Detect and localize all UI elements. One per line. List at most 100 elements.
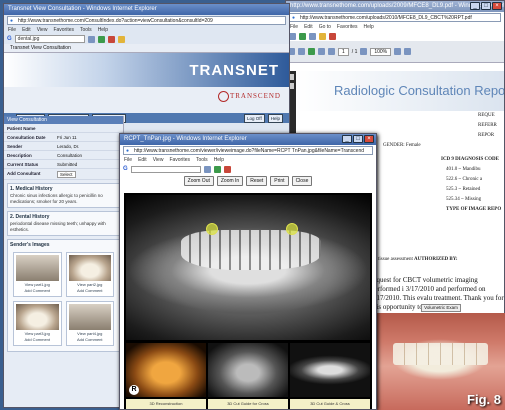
search-icon[interactable]	[203, 165, 211, 173]
menu-view[interactable]: View	[37, 26, 48, 34]
print-icon[interactable]	[329, 32, 336, 40]
menu-tools[interactable]: Tools	[80, 26, 92, 34]
zoom-out-button[interactable]: Zoom Out	[183, 176, 214, 186]
add-comment-link[interactable]: Add Comment	[69, 337, 112, 343]
field-row: Current Status Submitted	[4, 160, 123, 169]
add-comment-link[interactable]: Add Comment	[16, 288, 59, 294]
help-button[interactable]: Help	[267, 113, 283, 123]
field-row: Description Consultation	[4, 151, 123, 160]
rss-icon[interactable]	[319, 32, 326, 40]
add-comment-link[interactable]: Add Comment	[16, 337, 59, 343]
menu-edit[interactable]: Edit	[304, 23, 313, 31]
field-label: Consultation Date	[7, 134, 46, 140]
google-logo: G	[123, 166, 128, 172]
maximize-icon[interactable]: □	[481, 2, 491, 10]
image-thumbnail[interactable]: View part4.jpg Add Comment	[65, 301, 114, 346]
cbct-titlebar[interactable]: RCPT_TnPan.jpg - Windows Internet Explor…	[120, 134, 376, 145]
print-button[interactable]: Print	[270, 176, 289, 186]
share-icon[interactable]	[117, 35, 125, 43]
menu-edit[interactable]: Edit	[138, 156, 147, 164]
browser-tab[interactable]: Transnet View Consultation	[4, 44, 289, 53]
menu-favorites[interactable]: Favorites	[169, 156, 190, 164]
zoom-in-icon[interactable]	[394, 48, 402, 55]
check-icon[interactable]	[107, 35, 115, 43]
bookmark-icon[interactable]	[97, 35, 105, 43]
pdf-address-bar[interactable]: http://www.transnethome.com/uploads/2010…	[289, 13, 501, 22]
transcend-mark-icon	[217, 91, 229, 102]
pdf-menu-bar: File Edit Go to Favorites Help	[286, 23, 504, 31]
menu-goto[interactable]: Go to	[319, 23, 331, 31]
view-caption: 3D Cut Guide for Cross	[208, 399, 288, 409]
google-logo: G	[7, 36, 12, 42]
search-icon[interactable]	[87, 35, 95, 43]
dental-history-text: periodontal disease missing teeth; unhap…	[10, 221, 106, 232]
transnet-menu-bar: File Edit View Favorites Tools Help	[4, 26, 289, 34]
reset-button[interactable]: Reset	[246, 176, 268, 186]
minimize-icon[interactable]: _	[470, 2, 480, 10]
transcend-logo-text: TRANSCEND	[229, 92, 281, 101]
menu-tools[interactable]: Tools	[196, 156, 208, 164]
view-captions: 3D Reconstruction 3D Cut Guide for Cross…	[124, 399, 372, 409]
email-icon[interactable]	[308, 48, 315, 55]
image-thumbnail[interactable]: View part3.jpg Add Comment	[13, 301, 62, 346]
field-value: Submitted	[57, 161, 78, 167]
zoom-in-button[interactable]: Zoom In	[216, 176, 244, 186]
menu-help[interactable]: Help	[214, 156, 224, 164]
image-thumbnail[interactable]: View part2.jpg Add Comment	[65, 252, 114, 297]
fit-page-icon[interactable]	[404, 48, 412, 55]
transnet-right-actions: Log Off Help	[244, 113, 283, 123]
log-off-button[interactable]: Log Off	[244, 113, 265, 123]
google-search-input[interactable]: dental.jpg	[14, 35, 85, 43]
senders-images-title: Sender's Images	[10, 242, 50, 248]
menu-favorites[interactable]: Favorites	[53, 26, 74, 34]
menu-help[interactable]: Help	[363, 23, 373, 31]
next-page-icon[interactable]	[328, 48, 335, 55]
figure-label: Fig. 8	[467, 392, 501, 407]
field-label: Add Consultant	[7, 170, 41, 176]
select-tool-icon[interactable]	[360, 48, 368, 55]
transnet-address-bar[interactable]: http://www.transnethome.com/ConsultIndex…	[7, 16, 286, 25]
view-caption: 3D Reconstruction	[126, 399, 206, 409]
volumetric-exam-button[interactable]: Volumetric Exam	[421, 304, 461, 312]
menu-file[interactable]: File	[8, 26, 16, 34]
menu-file[interactable]: File	[124, 156, 132, 164]
check-icon[interactable]	[223, 165, 231, 173]
add-favorite-icon[interactable]	[299, 32, 306, 40]
image-type-line: TYPE OF IMAGE REPO	[446, 207, 502, 212]
close-icon[interactable]: ×	[364, 135, 374, 143]
thumbnail-image[interactable]	[68, 255, 111, 281]
thumbnail-image[interactable]	[16, 304, 59, 330]
add-consultant-select[interactable]: Select	[57, 170, 76, 178]
minimize-icon[interactable]: _	[342, 135, 352, 143]
home-icon[interactable]	[309, 32, 316, 40]
menu-edit[interactable]: Edit	[22, 26, 31, 34]
google-search-input[interactable]	[130, 165, 201, 173]
transnet-titlebar[interactable]: Transnet View Consultation - Windows Int…	[4, 4, 289, 15]
bookmark-icon[interactable]	[213, 165, 221, 173]
thumbnail-image[interactable]	[68, 304, 111, 330]
thumbnail-image[interactable]	[16, 255, 59, 281]
image-thumbnail[interactable]: View part1.jpg Add Comment	[13, 252, 62, 297]
print-pdf-icon[interactable]	[298, 48, 305, 55]
favorites-star-icon[interactable]	[289, 32, 296, 40]
pdf-browser-toolbar	[286, 31, 504, 41]
zoom-level[interactable]: 100%	[370, 47, 392, 56]
menu-file[interactable]: File	[290, 23, 298, 31]
r-logo: R	[129, 385, 139, 395]
close-button[interactable]: Close	[291, 176, 313, 186]
menu-help[interactable]: Help	[98, 26, 108, 34]
icd-line-3: 525.3 ~ Retained	[446, 187, 481, 192]
close-icon[interactable]: ×	[492, 2, 502, 10]
report-referral-label: REFERR	[478, 123, 497, 128]
page-number-input[interactable]: 1	[338, 47, 349, 56]
google-toolbar: G dental.jpg	[4, 34, 289, 44]
cbct-address-bar[interactable]: http://www.transnethome.com/viewer/iview…	[123, 146, 373, 155]
maximize-icon[interactable]: □	[353, 135, 363, 143]
menu-view[interactable]: View	[153, 156, 164, 164]
cbct-image-viewer[interactable]: R 3D Reconstruction 3D Cut Guide for Cro…	[124, 193, 372, 409]
medical-history-text: Chronic sinus infections allergic to pen…	[10, 193, 103, 204]
menu-favorites[interactable]: Favorites	[337, 23, 358, 31]
medical-history-title: 1. Medical History	[10, 186, 53, 192]
add-comment-link[interactable]: Add Comment	[69, 288, 112, 294]
prev-page-icon[interactable]	[318, 48, 325, 55]
